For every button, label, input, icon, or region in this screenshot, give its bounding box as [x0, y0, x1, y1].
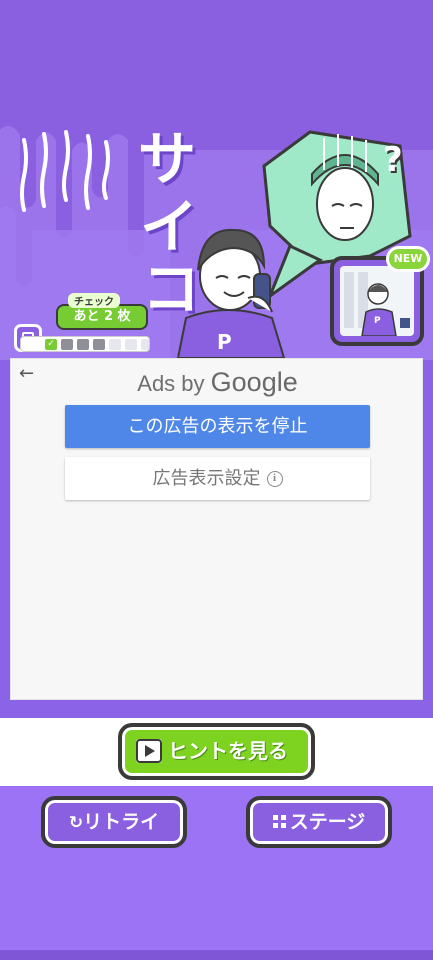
stage-label: ステージ	[289, 811, 366, 833]
ad-settings-label: 広告表示設定	[152, 468, 261, 489]
thumbnail-image: P	[340, 266, 414, 337]
card-gray	[61, 339, 73, 350]
question-mark: ?	[383, 140, 403, 180]
retry-icon: ↻	[68, 813, 84, 833]
card-empty	[141, 339, 149, 350]
hint-label: ヒントを見る	[168, 739, 288, 763]
check-title: チェック	[68, 293, 120, 308]
card-progress: ✓	[20, 336, 150, 352]
bottom-strip	[0, 950, 433, 960]
card-checked: ✓	[45, 339, 57, 350]
card-gray	[93, 339, 105, 350]
stage-button[interactable]: ステージ	[246, 796, 392, 848]
retry-label: リトライ	[83, 811, 160, 833]
ads-by-label: Ads by	[137, 371, 205, 396]
ad-settings-button[interactable]: 広告表示設定 i	[65, 457, 370, 500]
info-icon: i	[266, 471, 283, 487]
shirt-letter: P	[217, 330, 232, 354]
retry-button[interactable]: ↻リトライ	[41, 796, 187, 848]
ads-by-google: Ads by Google	[11, 367, 424, 398]
hint-button[interactable]: ヒントを見る	[118, 723, 315, 780]
ad-panel: ← Ads by Google この広告の表示を停止 広告表示設定 i	[10, 358, 423, 700]
thumb-shirt-letter: P	[374, 316, 381, 326]
google-logo: Google	[210, 367, 298, 397]
grid-icon	[272, 814, 286, 828]
shock-lines-left	[20, 130, 110, 212]
new-badge: NEW	[386, 246, 430, 272]
card-empty	[125, 339, 137, 350]
card-empty	[109, 339, 121, 350]
check-counter: あと 2 枚 チェック ✓	[14, 293, 154, 356]
stop-ad-button[interactable]: この広告の表示を停止	[65, 405, 370, 448]
card-gray	[77, 339, 89, 350]
video-play-icon	[136, 739, 162, 763]
